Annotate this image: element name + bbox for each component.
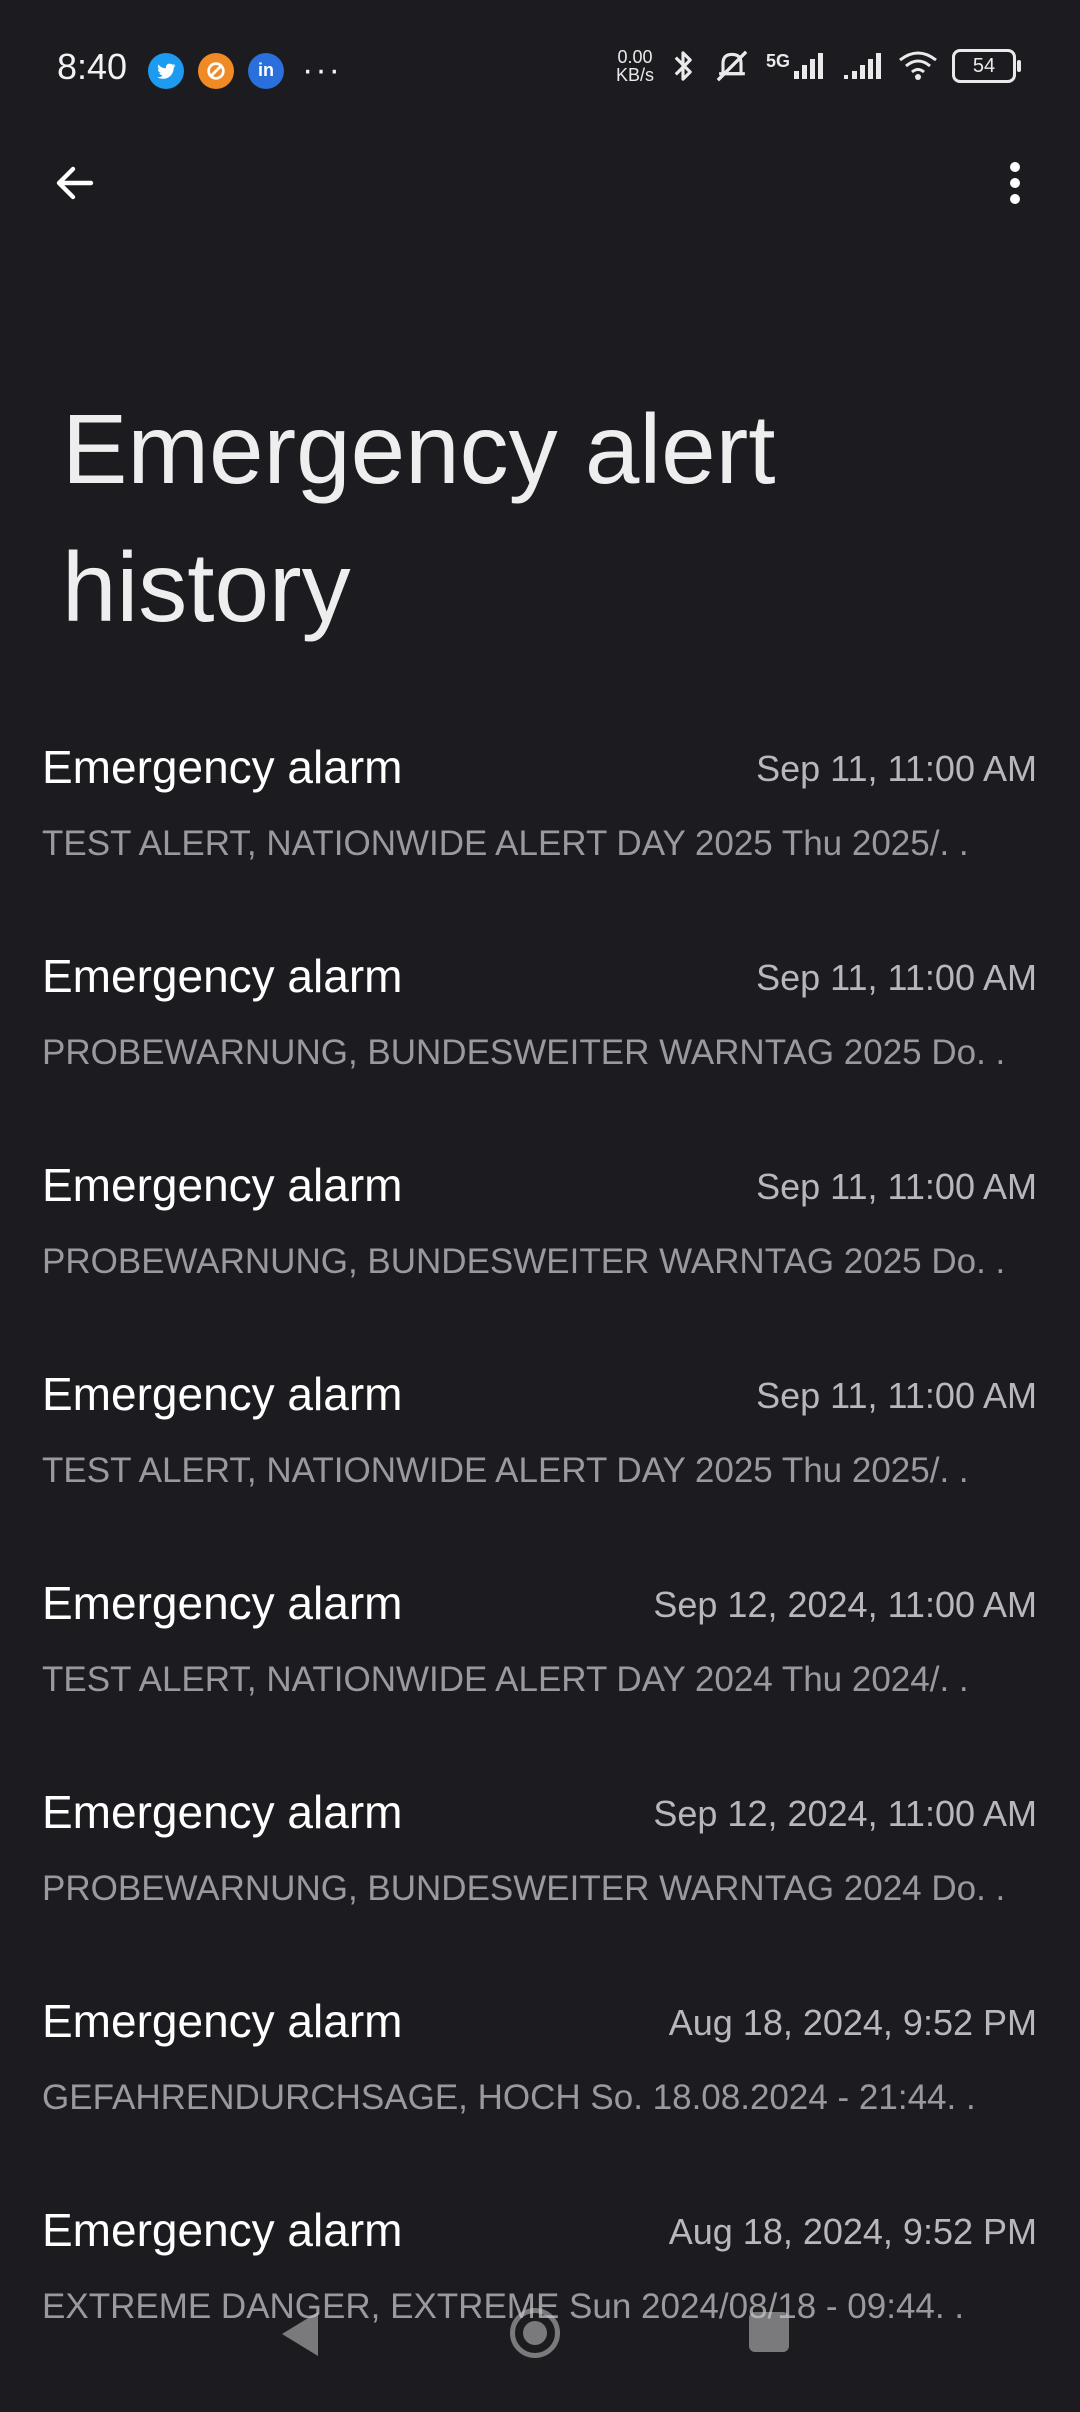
system-nav-bar [0, 2290, 1080, 2380]
net-speed-unit: KB/s [615, 65, 654, 85]
alert-body: TEST ALERT, NATIONWIDE ALERT DAY 2025 Th… [42, 824, 969, 863]
nav-home-icon[interactable] [510, 2308, 560, 2358]
page-title: Emergency alert history [62, 394, 776, 642]
battery-icon: 54 [952, 49, 1021, 83]
more-notifications-icon: ··· [302, 51, 342, 89]
alert-title: Emergency alarm [42, 1786, 403, 1838]
alert-date: Sep 12, 2024, 11:00 AM [653, 1584, 1037, 1625]
alert-title: Emergency alarm [42, 2204, 403, 2256]
alert-list: Emergency alarm Sep 11, 11:00 AM TEST AL… [0, 740, 1080, 2412]
alert-title: Emergency alarm [42, 1368, 403, 1420]
alert-list-item[interactable]: Emergency alarm Sep 11, 11:00 AM PROBEWA… [0, 1158, 1080, 1367]
wifi-icon [899, 51, 937, 80]
clock: 8:40 [57, 46, 128, 87]
back-button[interactable] [40, 148, 110, 218]
alert-title: Emergency alarm [42, 1995, 403, 2047]
alert-list-item[interactable]: Emergency alarm Sep 11, 11:00 AM PROBEWA… [0, 949, 1080, 1158]
nav-back-icon[interactable] [282, 2312, 318, 2356]
alert-date: Aug 18, 2024, 9:52 PM [668, 2211, 1037, 2252]
alert-date: Sep 12, 2024, 11:00 AM [653, 1793, 1037, 1834]
more-options-button[interactable] [980, 148, 1050, 218]
alert-date: Sep 11, 11:00 AM [756, 957, 1037, 998]
twitter-icon [148, 52, 184, 89]
bluetooth-icon [674, 51, 692, 81]
linkedin-icon: in [248, 52, 284, 89]
battery-level: 54 [972, 54, 996, 77]
mute-bell-icon [716, 50, 748, 82]
alert-list-item[interactable]: Emergency alarm Sep 11, 11:00 AM TEST AL… [0, 1367, 1080, 1576]
signal-icon [844, 53, 881, 79]
system-icons: 0.00 KB/s 5G 54 [616, 48, 1021, 84]
halo-app-icon [198, 52, 234, 89]
alert-body: GEFAHRENDURCHSAGE, HOCH So. 18.08.2024 -… [42, 2078, 976, 2117]
alert-title: Emergency alarm [42, 950, 403, 1002]
alert-list-item[interactable]: Emergency alarm Aug 18, 2024, 9:52 PM GE… [0, 1994, 1080, 2203]
alert-title: Emergency alarm [42, 741, 403, 793]
alert-body: TEST ALERT, NATIONWIDE ALERT DAY 2024 Th… [42, 1660, 969, 1699]
alert-list-item[interactable]: Emergency alarm Sep 12, 2024, 11:00 AM T… [0, 1576, 1080, 1785]
status-bar: 8:40 in ··· 0.00 KB/s 5G 54 [0, 0, 1080, 140]
alert-list-item[interactable]: Emergency alarm Sep 12, 2024, 11:00 AM P… [0, 1785, 1080, 1994]
alert-date: Sep 11, 11:00 AM [756, 1375, 1037, 1416]
alert-date: Sep 11, 11:00 AM [756, 748, 1037, 789]
alert-title: Emergency alarm [42, 1577, 403, 1629]
nav-recents-icon[interactable] [749, 2312, 789, 2352]
alert-date: Aug 18, 2024, 9:52 PM [668, 2002, 1037, 2043]
alert-list-item[interactable]: Emergency alarm Sep 11, 11:00 AM TEST AL… [0, 740, 1080, 949]
alert-title: Emergency alarm [42, 1159, 403, 1211]
network-type: 5G [765, 51, 790, 71]
notification-icons: in ··· [148, 51, 342, 90]
net-speed-value: 0.00 [617, 47, 653, 67]
more-vert-icon [1010, 162, 1020, 204]
alert-body: PROBEWARNUNG, BUNDESWEITER WARNTAG 2024 … [42, 1869, 1006, 1908]
alert-body: TEST ALERT, NATIONWIDE ALERT DAY 2025 Th… [42, 1451, 969, 1490]
alert-date: Sep 11, 11:00 AM [756, 1166, 1037, 1207]
network-speed: 0.00 KB/s [616, 48, 654, 84]
alert-body: PROBEWARNUNG, BUNDESWEITER WARNTAG 2025 … [42, 1242, 1006, 1281]
alert-body: PROBEWARNUNG, BUNDESWEITER WARNTAG 2025 … [42, 1033, 1006, 1072]
signal-5g-icon: 5G [766, 51, 828, 81]
back-arrow-icon [56, 166, 94, 200]
